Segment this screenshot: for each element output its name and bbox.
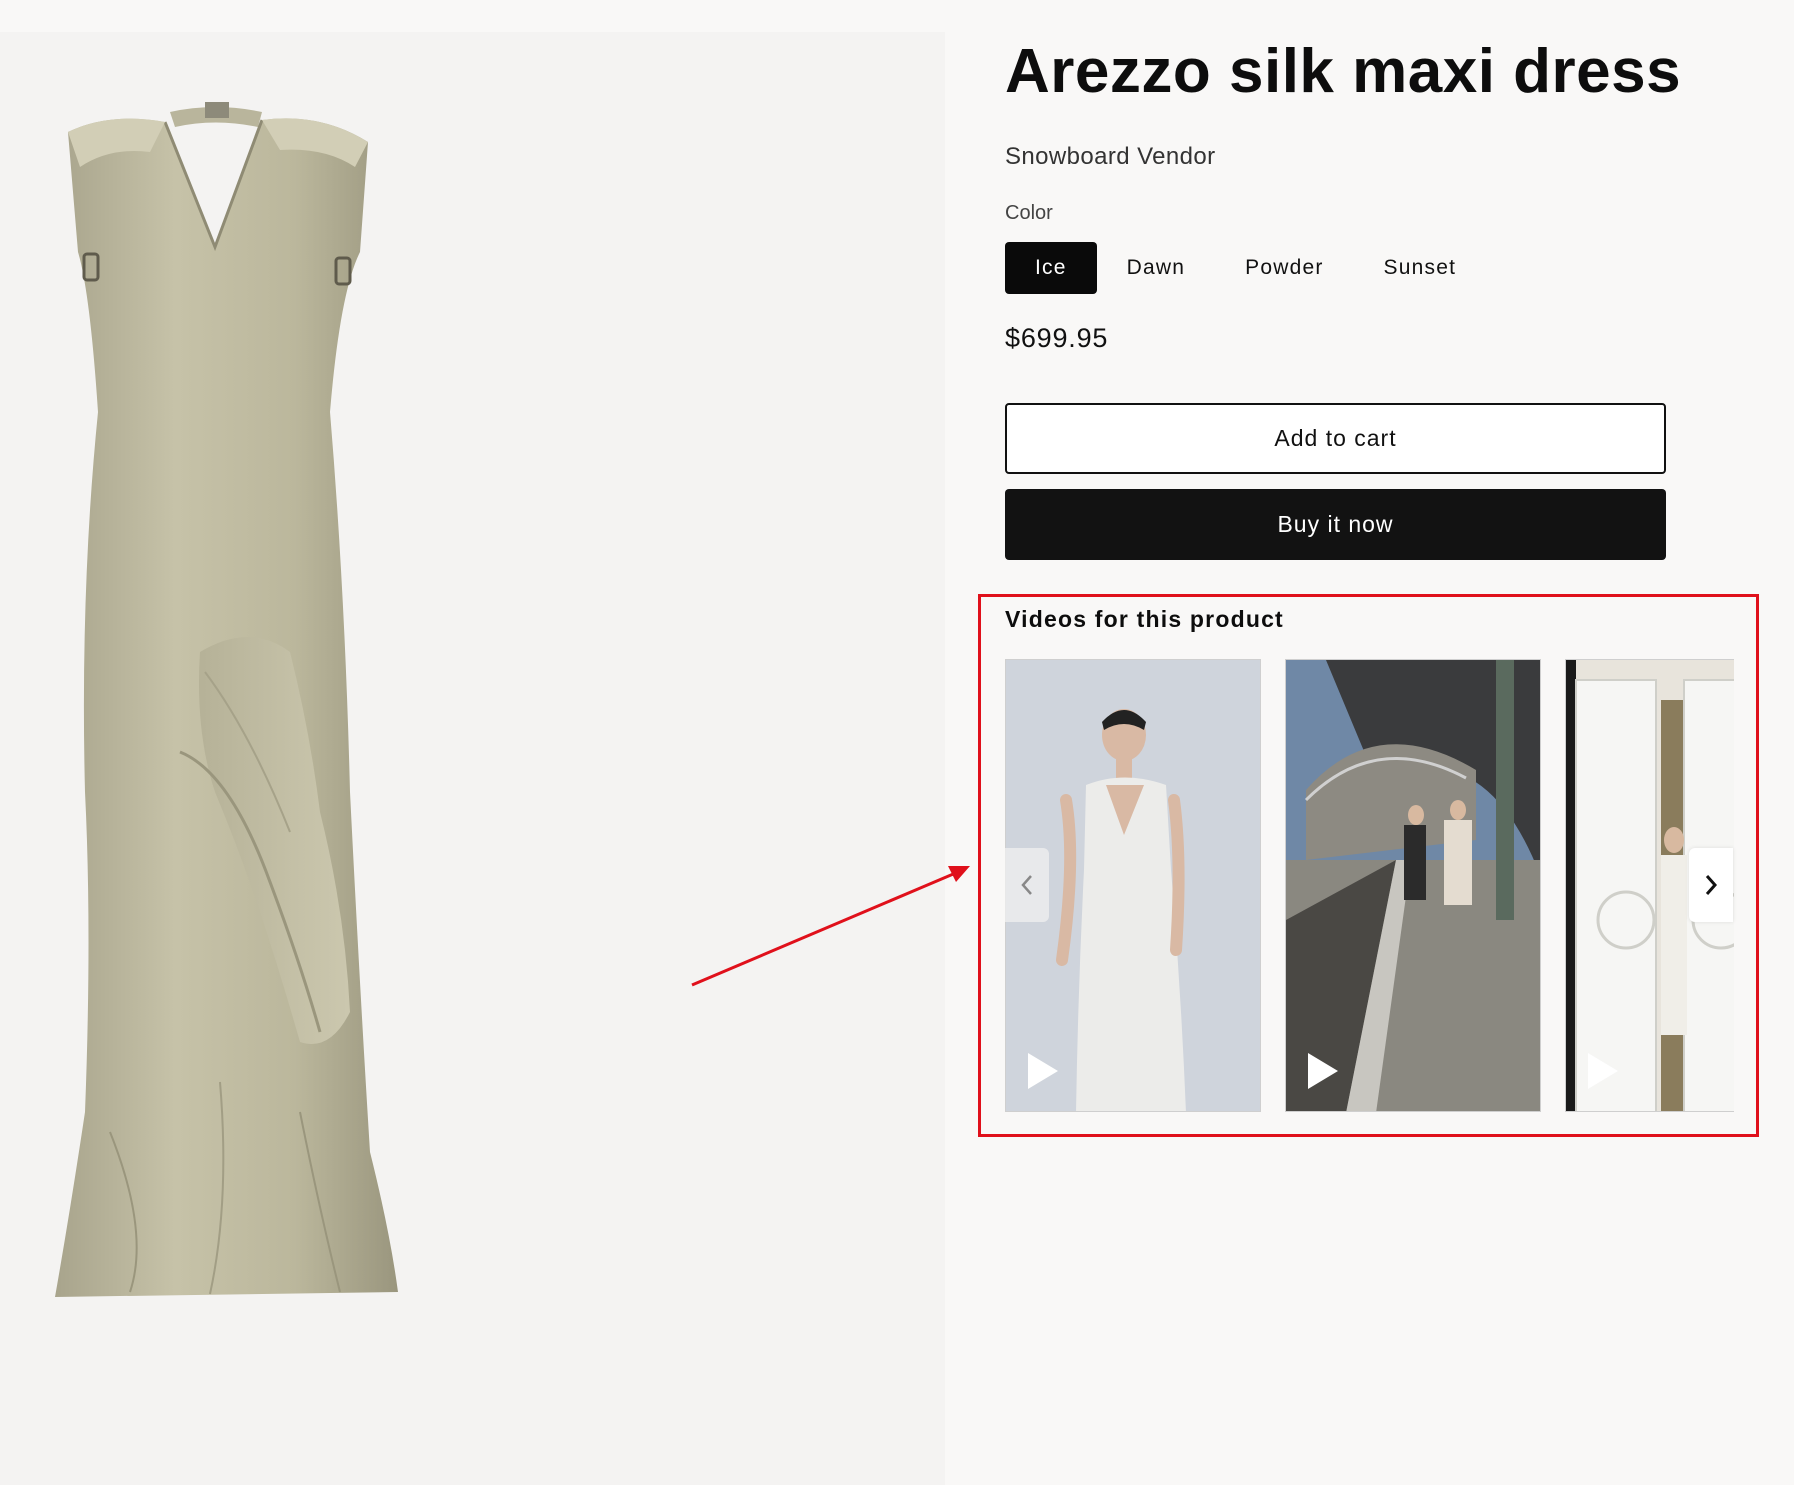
add-to-cart-button[interactable]: Add to cart (1005, 403, 1666, 474)
videos-section-title: Videos for this product (1005, 606, 1284, 632)
play-icon (1308, 1053, 1338, 1089)
color-options: Ice Dawn Powder Sunset (1005, 242, 1486, 294)
color-option-dawn[interactable]: Dawn (1097, 242, 1216, 294)
product-price: $699.95 (1005, 323, 1109, 353)
play-icon (1028, 1053, 1058, 1089)
video-card-2[interactable] (1285, 659, 1541, 1112)
buy-now-button[interactable]: Buy it now (1005, 489, 1666, 560)
video-thumbnail-2 (1286, 660, 1540, 1111)
product-vendor: Snowboard Vendor (1005, 143, 1216, 170)
color-label: Color (1005, 202, 1053, 224)
chevron-right-icon (1705, 875, 1718, 895)
carousel-next-button[interactable] (1689, 848, 1733, 922)
carousel-prev-button[interactable] (1005, 848, 1049, 922)
color-option-sunset[interactable]: Sunset (1354, 242, 1487, 294)
product-page: Arezzo silk maxi dress Snowboard Vendor … (0, 0, 1794, 1485)
dress-image (55, 102, 398, 1297)
product-image-panel (0, 32, 945, 1485)
play-icon (1588, 1053, 1618, 1089)
videos-carousel (1005, 659, 1734, 1112)
product-title: Arezzo silk maxi dress (1005, 37, 1682, 106)
color-option-ice[interactable]: Ice (1005, 242, 1097, 294)
chevron-left-icon (1021, 875, 1032, 895)
color-option-powder[interactable]: Powder (1215, 242, 1353, 294)
